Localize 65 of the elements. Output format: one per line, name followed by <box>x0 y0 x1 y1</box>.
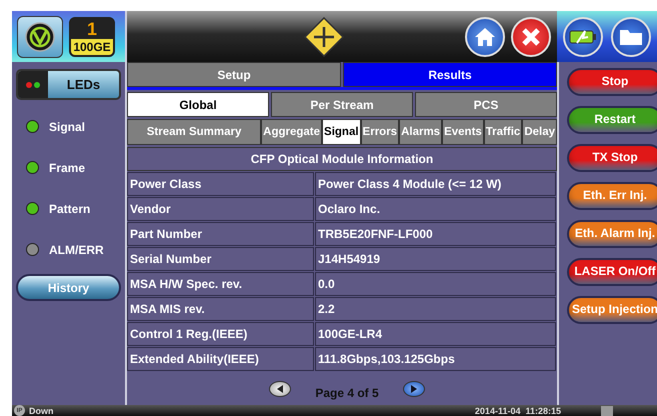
home-icon <box>474 26 496 46</box>
table-cell: Control 1 Reg.(IEEE) <box>127 322 314 346</box>
link-status: Down <box>29 406 54 416</box>
section-tab[interactable]: Aggregate <box>261 119 322 145</box>
section-tab[interactable]: Events <box>442 119 484 145</box>
left-triangle-icon <box>276 384 284 392</box>
led-icon <box>34 82 40 88</box>
led-label: Signal <box>49 120 86 134</box>
table-cell: MSA H/W Spec. rev. <box>127 272 314 296</box>
section-tab[interactable]: Alarms <box>399 119 442 145</box>
table-cell: J14H54919 <box>315 247 556 271</box>
action-button[interactable]: Stop <box>567 68 657 96</box>
section-tab[interactable]: Signal <box>322 119 361 145</box>
action-button[interactable]: LASER On/Off <box>567 258 657 286</box>
table-cell: 100GE-LR4 <box>315 322 556 346</box>
sub-tab[interactable]: Global <box>127 92 269 117</box>
section-tab[interactable]: Delay <box>522 119 557 145</box>
led-label: Pattern <box>49 202 90 216</box>
action-button[interactable]: Eth. Err Inj. <box>567 182 657 210</box>
history-button[interactable]: History <box>16 274 121 301</box>
warning-sign-icon <box>304 16 344 56</box>
next-page-button[interactable] <box>402 380 425 396</box>
action-button[interactable]: Eth. Alarm Inj. <box>567 220 657 248</box>
main-tab[interactable]: Setup <box>127 62 341 87</box>
folder-icon <box>619 28 643 46</box>
sub-tab[interactable]: PCS <box>415 92 557 117</box>
table-cell: Part Number <box>127 222 314 246</box>
battery-icon <box>569 28 597 44</box>
right-triangle-icon <box>410 384 418 392</box>
table-cell: Oclaro Inc. <box>315 197 556 221</box>
action-button[interactable]: Restart <box>567 106 657 134</box>
table-cell: MSA MIS rev. <box>127 297 314 321</box>
table-cell: Serial Number <box>127 247 314 271</box>
page-indicator: Page 4 of 5 <box>315 386 379 400</box>
close-button[interactable] <box>511 16 551 56</box>
table-cell: 0.0 <box>315 272 556 296</box>
date-time: 2014-11-04 11:28:15 <box>474 406 561 416</box>
table-cell: Extended Ability(IEEE) <box>127 347 314 371</box>
sub-tab[interactable]: Per Stream <box>271 92 413 117</box>
action-button[interactable]: TX Stop <box>567 144 657 172</box>
section-tab[interactable]: Traffic <box>484 119 522 145</box>
action-button[interactable]: Setup Injection <box>567 296 657 324</box>
table-title: CFP Optical Module Information <box>127 147 557 171</box>
battery-button[interactable] <box>563 16 603 56</box>
section-tab[interactable]: Stream Summary <box>127 119 262 145</box>
table-cell: 2.2 <box>315 297 556 321</box>
led-label: Frame <box>49 160 86 174</box>
home-button[interactable] <box>465 16 505 56</box>
logo-icon <box>25 22 55 52</box>
table-cell: Vendor <box>127 197 314 221</box>
close-icon <box>521 26 541 46</box>
previous-page-button[interactable] <box>269 380 292 396</box>
main-tab[interactable]: Results <box>343 62 557 87</box>
folder-button[interactable] <box>611 16 651 56</box>
table-cell: Power Class <box>127 172 314 196</box>
section-tab[interactable]: Errors <box>360 119 400 145</box>
led-label: ALM/ERR <box>49 242 104 256</box>
table-cell: TRB5E20FNF-LF000 <box>315 222 556 246</box>
led-icon <box>26 82 32 88</box>
table-cell: 111.8Gbps,103.125Gbps <box>315 347 556 371</box>
table-cell: Power Class 4 Module (<= 12 W) <box>315 172 556 196</box>
logo-button[interactable] <box>17 16 63 58</box>
port-speed: 100GE <box>71 38 113 54</box>
port-number: 1 <box>86 18 98 38</box>
leds-button[interactable]: LEDs <box>16 69 121 100</box>
